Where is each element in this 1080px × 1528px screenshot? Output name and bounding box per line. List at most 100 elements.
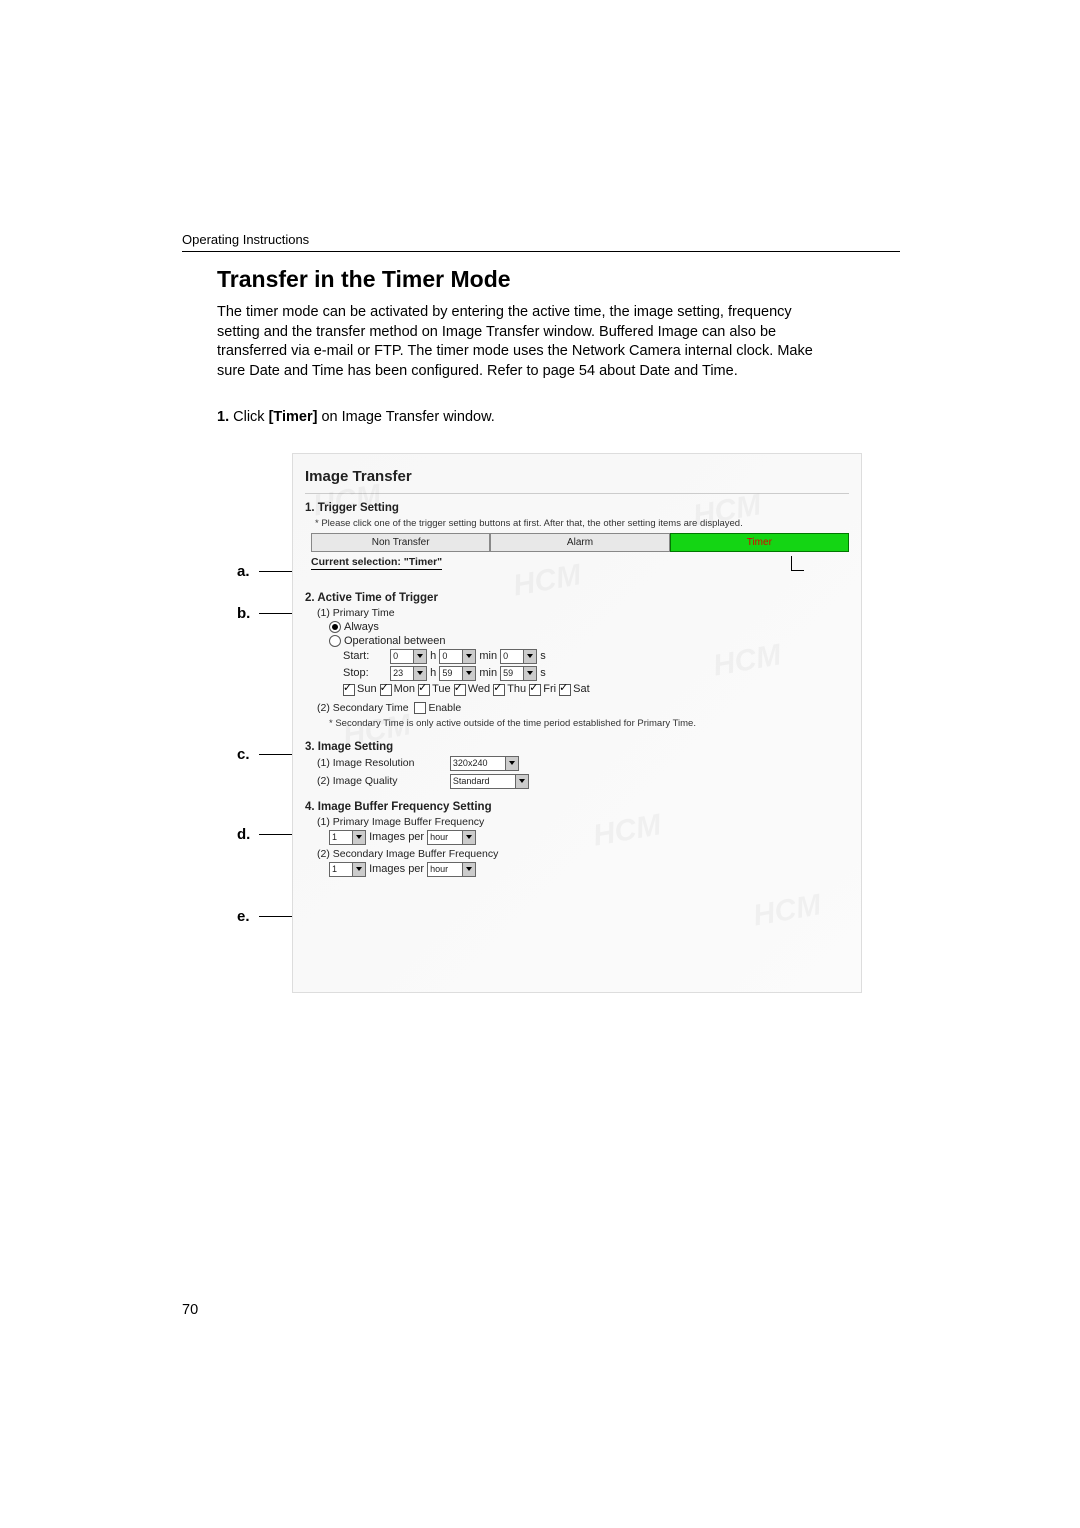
stop-s-dd[interactable] [524, 666, 537, 681]
radio-operational[interactable] [329, 635, 341, 647]
chk-sun[interactable] [343, 684, 355, 696]
chk-fri[interactable] [529, 684, 541, 696]
freq-s-unit-dd[interactable] [463, 862, 476, 877]
unit-s1: s [540, 650, 546, 662]
stop-h[interactable]: 23 [390, 666, 414, 681]
resolution-select[interactable]: 320x240 [450, 756, 506, 771]
sect-3-2: (2) Image Quality [317, 775, 447, 787]
chk-tue[interactable] [418, 684, 430, 696]
shot-hr [305, 493, 849, 494]
screenshot-panel: HCM HCM HCM HCM HCM HCM HCM Image Transf… [292, 453, 862, 993]
days-row: Sun Mon Tue Wed Thu Fri Sat [343, 683, 849, 695]
section-title: Transfer in the Timer Mode [217, 266, 900, 293]
unit-min2: min [479, 667, 497, 679]
label-start: Start: [343, 650, 387, 662]
opt-always-row: Always [329, 621, 849, 633]
sect-4-head: 4. Image Buffer Frequency Setting [305, 801, 849, 813]
header-rule [182, 251, 900, 252]
running-header: Operating Instructions [182, 232, 900, 247]
stop-h-dd[interactable] [414, 666, 427, 681]
sect-2-2: (2) Secondary Time [317, 702, 409, 714]
btn-non-transfer[interactable]: Non Transfer [311, 533, 490, 552]
callout-a: a. [237, 563, 250, 580]
radio-always[interactable] [329, 621, 341, 633]
freq-primary-row: 1 Images per hour [329, 830, 849, 845]
sect-1-note: * Please click one of the trigger settin… [315, 518, 849, 529]
freq-s-text: Images per [369, 863, 424, 875]
step-text-post: on Image Transfer window. [317, 409, 494, 425]
resolution-dd[interactable] [506, 756, 519, 771]
figure: a. b. c. d. e. HCM HCM HCM HCM HCM HCM H… [237, 453, 887, 1003]
shot-title: Image Transfer [305, 468, 849, 485]
sect-4-1: (1) Primary Image Buffer Frequency [317, 816, 849, 828]
step-text-pre: Click [233, 409, 268, 425]
label-stop: Stop: [343, 667, 387, 679]
sect-2-2-note: * Secondary Time is only active outside … [329, 718, 849, 729]
sect-3-1-row: (1) Image Resolution 320x240 [317, 756, 849, 771]
quality-dd[interactable] [516, 774, 529, 789]
callout-b: b. [237, 605, 250, 622]
freq-s-n[interactable]: 1 [329, 862, 353, 877]
step-1: 1. Click [Timer] on Image Transfer windo… [217, 409, 900, 425]
freq-s-n-dd[interactable] [353, 862, 366, 877]
quality-select[interactable]: Standard [450, 774, 516, 789]
trigger-buttons: Non Transfer Alarm Timer [311, 533, 849, 552]
sect-2-2-row: (2) Secondary Time Enable [317, 702, 849, 714]
freq-p-unit-dd[interactable] [463, 830, 476, 845]
lbl-sun: Sun [357, 683, 377, 695]
stop-m[interactable]: 59 [439, 666, 463, 681]
freq-p-n[interactable]: 1 [329, 830, 353, 845]
callout-c: c. [237, 746, 250, 763]
lbl-fri: Fri [543, 683, 556, 695]
sect-4-2: (2) Secondary Image Buffer Frequency [317, 848, 849, 860]
stop-m-dd[interactable] [463, 666, 476, 681]
chk-mon[interactable] [380, 684, 392, 696]
start-m[interactable]: 0 [439, 649, 463, 664]
lbl-sat: Sat [573, 683, 590, 695]
current-selection: Current selection: "Timer" [311, 556, 442, 570]
callout-d: d. [237, 826, 250, 843]
lbl-mon: Mon [394, 683, 415, 695]
lbl-tue: Tue [432, 683, 451, 695]
stop-s[interactable]: 59 [500, 666, 524, 681]
btn-timer[interactable]: Timer [670, 533, 849, 552]
step-number: 1. [217, 409, 229, 425]
page-number: 70 [182, 1302, 198, 1318]
btn-alarm[interactable]: Alarm [490, 533, 669, 552]
unit-s2: s [540, 667, 546, 679]
start-s[interactable]: 0 [500, 649, 524, 664]
start-s-dd[interactable] [524, 649, 537, 664]
lbl-wed: Wed [468, 683, 490, 695]
start-m-dd[interactable] [463, 649, 476, 664]
sect-2-1: (1) Primary Time [317, 607, 849, 619]
sect-1-head: 1. Trigger Setting [305, 502, 849, 514]
timer-connector [791, 556, 804, 571]
freq-p-n-dd[interactable] [353, 830, 366, 845]
opt-opbetween-row: Operational between [329, 635, 849, 647]
freq-secondary-row: 1 Images per hour [329, 862, 849, 877]
freq-s-unit[interactable]: hour [427, 862, 463, 877]
start-row: Start: 0 h 0 min 0 s [343, 649, 849, 664]
chk-enable-secondary[interactable] [414, 702, 426, 714]
chk-thu[interactable] [493, 684, 505, 696]
freq-p-text: Images per [369, 831, 424, 843]
chk-wed[interactable] [454, 684, 466, 696]
label-operational: Operational between [344, 635, 446, 647]
chk-sat[interactable] [559, 684, 571, 696]
lbl-thu: Thu [507, 683, 526, 695]
sect-3-1: (1) Image Resolution [317, 757, 447, 769]
unit-h2: h [430, 667, 436, 679]
freq-p-unit[interactable]: hour [427, 830, 463, 845]
intro-paragraph: The timer mode can be activated by enter… [217, 303, 827, 381]
stop-row: Stop: 23 h 59 min 59 s [343, 666, 849, 681]
unit-h1: h [430, 650, 436, 662]
start-h-dd[interactable] [414, 649, 427, 664]
start-h[interactable]: 0 [390, 649, 414, 664]
sect-3-head: 3. Image Setting [305, 741, 849, 753]
label-always: Always [344, 621, 379, 633]
sect-2-head: 2. Active Time of Trigger [305, 592, 849, 604]
callout-e: e. [237, 908, 250, 925]
label-enable: Enable [428, 702, 461, 714]
step-bold: [Timer] [269, 409, 318, 425]
unit-min1: min [479, 650, 497, 662]
